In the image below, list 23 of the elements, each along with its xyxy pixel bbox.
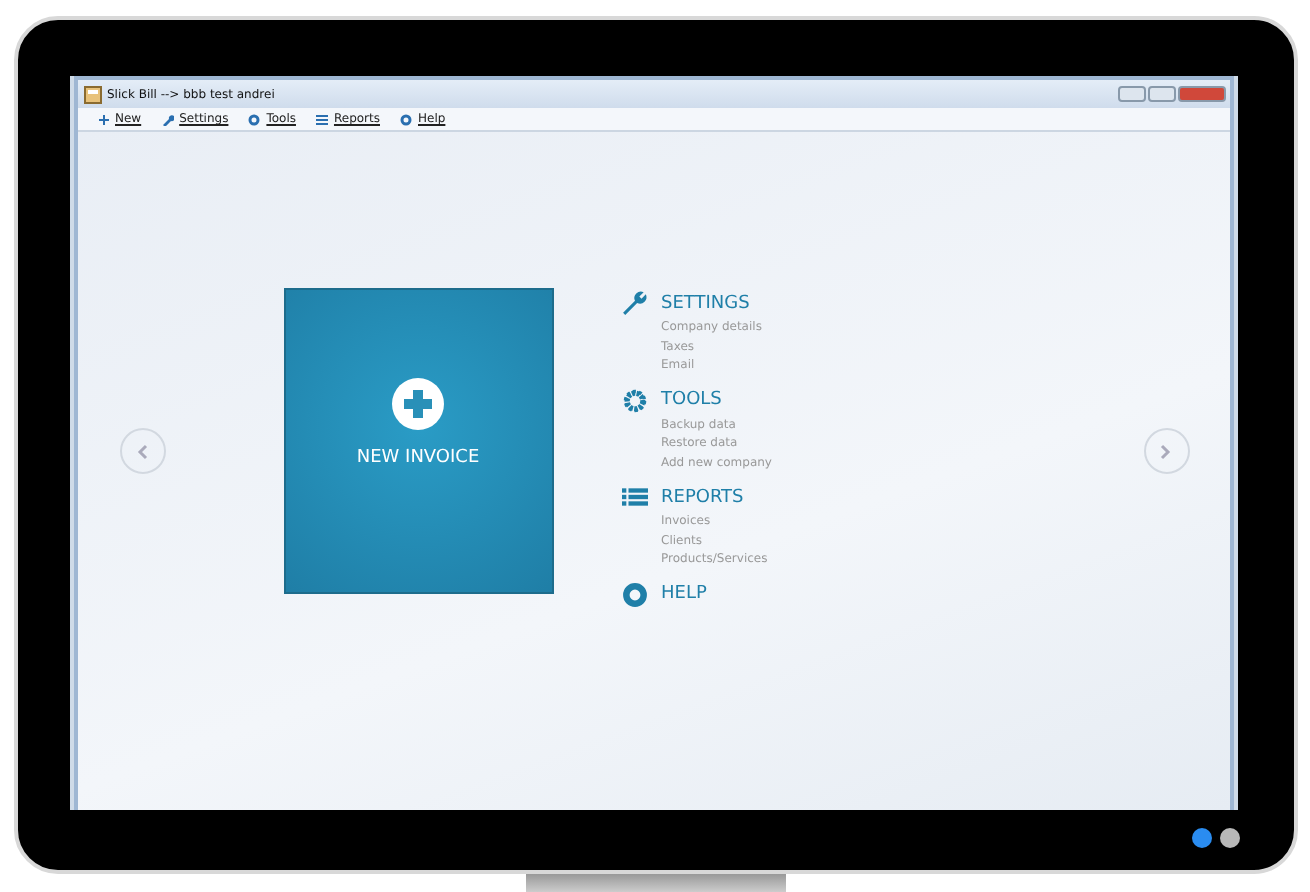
new-invoice-tile[interactable]: NEW INVOICE [283,288,553,595]
pager-dot[interactable] [1191,828,1211,848]
next-button[interactable] [1143,428,1189,474]
pager-dot[interactable] [1219,828,1239,848]
list-icon [621,484,647,511]
wrench-icon [161,113,174,125]
previous-button[interactable] [119,428,165,474]
section-heading[interactable]: SETTINGS [661,293,750,314]
chevron-left-icon [136,443,148,459]
plus-icon [392,378,444,431]
wrench-icon [621,290,647,317]
ring-icon [400,113,412,125]
chevron-right-icon [1160,443,1172,459]
list-icon [315,113,328,125]
ring-icon [621,581,647,608]
close-button[interactable] [1177,86,1225,102]
app-icon [83,85,101,103]
minimize-button[interactable] [1117,86,1145,102]
plus-icon [97,113,109,125]
section-heading[interactable]: HELP [661,584,707,605]
section-heading[interactable]: REPORTS [661,487,744,508]
section-heading[interactable]: TOOLS [661,390,722,411]
maximize-button[interactable] [1147,86,1175,102]
